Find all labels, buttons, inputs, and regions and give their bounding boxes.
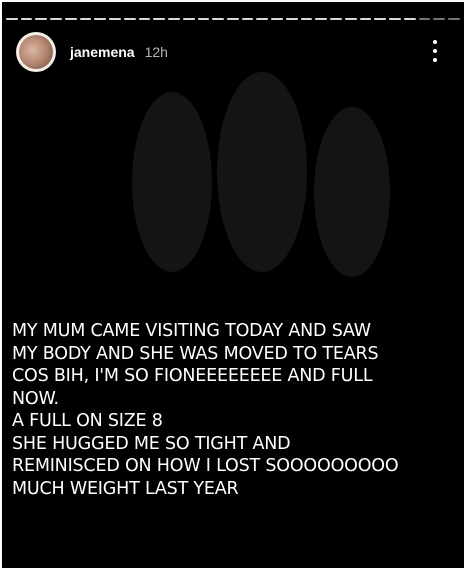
progress-segment <box>197 18 210 20</box>
progress-segment <box>330 18 342 20</box>
progress-segment <box>182 18 195 20</box>
background-silhouette <box>132 72 390 277</box>
progress-segment <box>448 18 460 20</box>
dot <box>433 49 437 53</box>
story-view[interactable]: janemena 12h MY MUM CAME VISITING TODAY … <box>2 2 464 568</box>
avatar-image <box>19 35 53 69</box>
caption-line: REMINISCED ON HOW I LOST SOOOOOOOOO <box>12 456 399 476</box>
caption-line: NOW. <box>12 388 59 409</box>
avatar[interactable] <box>16 32 56 72</box>
caption-line: MY MUM CAME VISITING TODAY AND SAW <box>12 321 371 341</box>
progress-segment <box>271 18 283 20</box>
progress-segment <box>359 18 372 20</box>
progress-segment <box>227 18 239 20</box>
progress-segment <box>285 18 298 20</box>
progress-segment <box>241 18 254 20</box>
more-vertical-icon[interactable] <box>432 40 438 62</box>
progress-segment <box>94 18 107 20</box>
progress-segment <box>6 18 18 20</box>
post-time: 12h <box>144 44 168 60</box>
progress-segment <box>374 18 387 20</box>
progress-segment <box>300 18 313 20</box>
progress-segment <box>212 18 225 20</box>
progress-segment <box>344 18 357 20</box>
dot <box>433 58 437 62</box>
screenshot-frame: janemena 12h MY MUM CAME VISITING TODAY … <box>0 0 468 572</box>
progress-segment <box>79 18 92 20</box>
progress-segment <box>123 18 136 20</box>
caption-line: MUCH WEIGHT LAST YEAR <box>12 478 239 499</box>
progress-segment <box>433 18 446 20</box>
progress-segment <box>109 18 121 20</box>
caption-line: COS BIH, I'M SO FIONEEEEEEEE AND FULL <box>12 366 373 386</box>
progress-segment <box>315 18 328 20</box>
username[interactable]: janemena <box>70 44 135 60</box>
progress-segment <box>389 18 401 20</box>
progress-segment <box>168 18 180 20</box>
progress-segment <box>256 18 269 20</box>
progress-segment <box>35 18 48 20</box>
progress-segment <box>153 18 166 20</box>
story-progress-bar <box>6 18 460 21</box>
progress-segment <box>64 18 77 20</box>
progress-segment <box>138 18 151 20</box>
progress-segment <box>403 18 416 20</box>
dot <box>433 40 437 44</box>
caption-line: SHE HUGGED ME SO TIGHT AND <box>12 433 291 454</box>
caption-line: MY BODY AND SHE WAS MOVED TO TEARS <box>12 343 379 364</box>
caption-line: A FULL ON SIZE 8 <box>12 411 163 431</box>
progress-segment <box>20 18 33 20</box>
story-caption: MY MUM CAME VISITING TODAY AND SAW MY BO… <box>12 320 462 500</box>
progress-segment <box>50 18 62 20</box>
progress-segment <box>418 18 431 20</box>
